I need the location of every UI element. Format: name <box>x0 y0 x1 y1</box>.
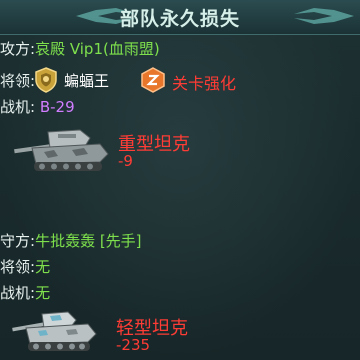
defender-name[interactable]: 牛批轰轰 [先手] <box>35 232 141 250</box>
defender-label: 守方: <box>0 232 36 250</box>
title-bar: 部队永久损失 <box>0 0 360 35</box>
attacker-row: 攻方:哀殿 Vip1(血雨盟) <box>0 38 160 60</box>
wing-ornament-icon <box>294 8 354 24</box>
attacker-plane-label: 战机: <box>0 98 36 116</box>
attacker-general-row: 将领: <box>0 70 35 92</box>
attacker-plane-value: B-29 <box>39 98 75 116</box>
defender-general-row: 将领:无 <box>0 256 50 278</box>
defender-row: 守方:牛批轰轰 [先手] <box>0 230 142 252</box>
light-tank-icon <box>12 311 97 351</box>
defender-general-value: 无 <box>35 258 51 276</box>
defender-general-label: 将领: <box>0 258 36 276</box>
gold-shield-medal-icon[interactable] <box>32 66 60 94</box>
stage-enhance-text: 关卡强化 <box>172 74 237 93</box>
defender-loss-count: -235 <box>116 336 151 354</box>
orange-hexagon-emblem-icon <box>141 67 165 93</box>
attacker-label: 攻方: <box>0 40 36 58</box>
attacker-loss-count: -9 <box>118 152 133 170</box>
attacker-plane-row: 战机: B-29 <box>0 96 75 118</box>
attacker-general-name[interactable]: 蝙蝠王 <box>64 70 109 91</box>
attacker-general-label: 将领: <box>0 72 36 90</box>
attacker-name[interactable]: 哀殿 Vip1(血雨盟) <box>35 40 160 58</box>
heavy-tank-icon <box>14 129 109 171</box>
